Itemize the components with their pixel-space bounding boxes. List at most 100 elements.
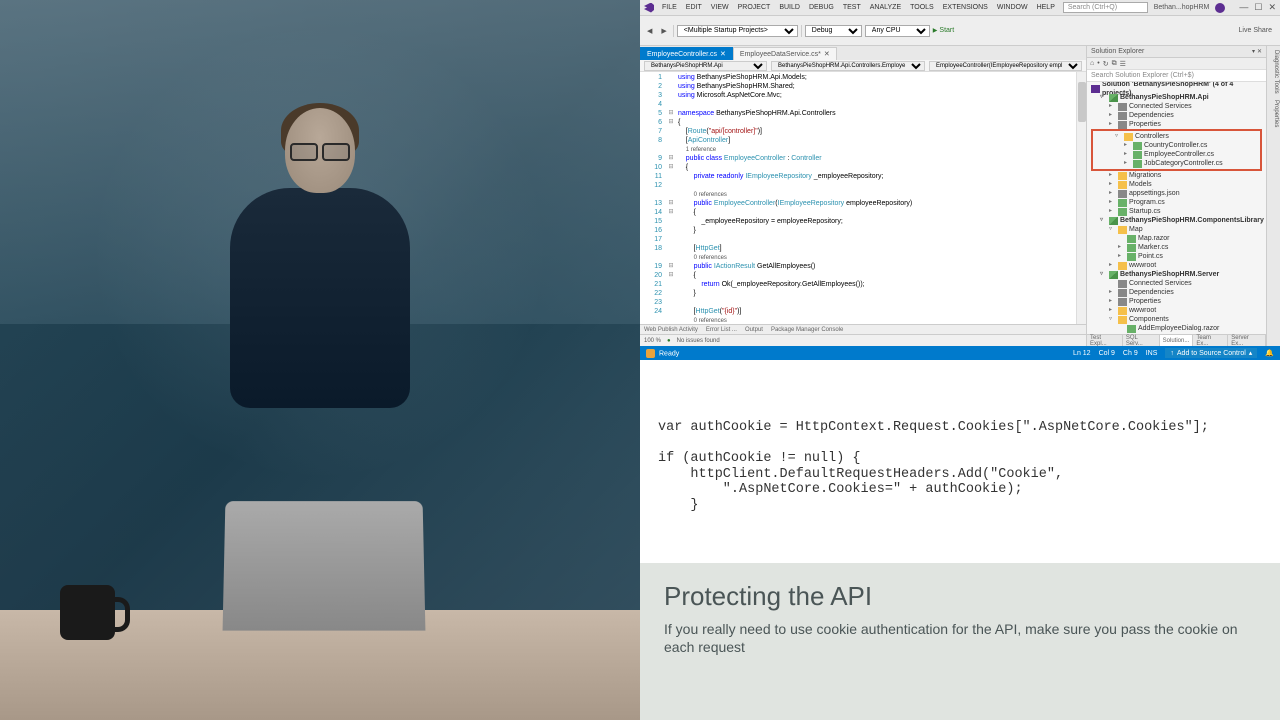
tree-node[interactable]: ▸Models [1087,180,1266,189]
tab-close-icon[interactable]: ✕ [720,50,726,58]
nav-namespace[interactable]: BethanysPieShopHRM.Api.Controllers.Emplo… [771,61,925,71]
menu-tools[interactable]: TOOLS [906,4,938,11]
vs-titlebar: FILEEDITVIEWPROJECTBUILDDEBUGTESTANALYZE… [640,0,1280,16]
slide-footer: Protecting the API If you really need to… [640,563,1280,720]
minimize-icon[interactable]: — [1239,2,1248,13]
menu-build[interactable]: BUILD [775,4,804,11]
vs-menubar[interactable]: FILEEDITVIEWPROJECTBUILDDEBUGTESTANALYZE… [658,4,1059,11]
tree-node[interactable]: Map.razor [1087,234,1266,243]
nav-fwd-icon[interactable]: ▶ [658,26,669,36]
config-select[interactable]: Debug [805,25,862,37]
vs-toolbar[interactable]: ◀ ▶ <Multiple Startup Projects> Debug An… [640,16,1280,46]
solution-tree[interactable]: Solution 'BethanysPieShopHRM' (4 of 4 pr… [1087,82,1266,334]
solution-explorer-header: Solution Explorer ▾✕ [1087,46,1266,58]
vs-project-name: Bethan...hopHRM [1154,4,1210,11]
tree-node[interactable]: ▸wwwroot [1087,261,1266,270]
nav-back-icon[interactable]: ◀ [644,26,655,36]
editor-tab[interactable]: EmployeeDataService.cs*✕ [733,47,837,60]
vs-search-input[interactable]: Search (Ctrl+Q) [1063,2,1148,13]
tree-node[interactable]: ▸Program.cs [1087,198,1266,207]
pin-icon[interactable]: ▾ [1252,48,1255,55]
vs-statusbar: Ready Ln 12 Col 9 Ch 9 INS ↑ Add to Sour… [640,346,1280,360]
menu-file[interactable]: FILE [658,4,681,11]
bottom-panel-tabs[interactable]: Web Publish ActivityError List ...Output… [640,324,1086,334]
sol-bottom-tab[interactable]: Team Ex... [1193,335,1228,346]
home-icon[interactable]: ⌂ [1090,60,1094,67]
highlighted-controllers: ▿Controllers▸CountryController.cs▸Employ… [1091,129,1262,171]
zoom-level[interactable]: 100 % [644,338,661,344]
editor-tabs[interactable]: EmployeeController.cs✕EmployeeDataServic… [640,46,1086,60]
nav-project[interactable]: BethanysPieShopHRM.Api [644,61,767,71]
tree-node[interactable]: ▿BethanysPieShopHRM.ComponentsLibrary [1087,216,1266,225]
tree-node[interactable]: ▸appsettings.json [1087,189,1266,198]
sol-bottom-tab[interactable]: SQL Serv... [1123,335,1160,346]
menu-analyze[interactable]: ANALYZE [866,4,905,11]
tree-node[interactable]: ▿BethanysPieShopHRM.Server [1087,270,1266,279]
solution-node[interactable]: Solution 'BethanysPieShopHRM' (4 of 4 pr… [1087,84,1266,93]
maximize-icon[interactable]: ☐ [1254,2,1262,13]
startup-projects-select[interactable]: <Multiple Startup Projects> [677,25,798,37]
status-ready: Ready [646,349,679,358]
side-tab[interactable]: Properties [1268,100,1279,127]
tree-node[interactable]: ▿Components [1087,315,1266,324]
menu-help[interactable]: HELP [1033,4,1059,11]
tab-close-icon[interactable]: ✕ [824,50,830,58]
editor-statusbar: 100 % ●No issues found [640,334,1086,346]
menu-test[interactable]: TEST [839,4,865,11]
refresh-icon[interactable]: ↻ [1103,60,1109,68]
tree-node[interactable]: AddEmployeeDialog.razor [1087,324,1266,333]
tree-node[interactable]: ▸wwwroot [1087,306,1266,315]
slide-title: Protecting the API [664,581,1256,612]
tree-node[interactable]: ▸EmployeeController.cs [1093,150,1260,159]
editor-tab[interactable]: EmployeeController.cs✕ [640,47,733,60]
source-control-button[interactable]: ↑ Add to Source Control ▴ [1165,348,1257,358]
notifications-icon[interactable]: 🔔 [1265,349,1274,357]
tree-node[interactable]: ▸Dependencies [1087,288,1266,297]
sol-bottom-tab[interactable]: Solution... [1160,335,1194,346]
menu-window[interactable]: WINDOW [993,4,1032,11]
tree-node[interactable]: ▸JobCategoryController.cs [1093,159,1260,168]
liveshare-button[interactable]: Live Share [1235,26,1276,35]
menu-extensions[interactable]: EXTENSIONS [939,4,992,11]
bottom-tab[interactable]: Output [741,325,767,334]
bottom-tab[interactable]: Error List ... [702,325,741,334]
tree-node[interactable]: Connected Services [1087,279,1266,288]
slide-lower: var authCookie = HttpContext.Request.Coo… [640,360,1280,720]
solution-explorer-toolbar[interactable]: ⌂•↻⧉☰ [1087,58,1266,70]
bottom-tab[interactable]: Package Manager Console [767,325,847,334]
tree-node[interactable]: ▸Properties [1087,297,1266,306]
panel-close-icon[interactable]: ✕ [1257,48,1262,55]
nav-member[interactable]: EmployeeController(IEmployeeRepository e… [929,61,1082,71]
menu-project[interactable]: PROJECT [734,4,775,11]
bottom-tab[interactable]: Web Publish Activity [640,325,702,334]
solution-bottom-tabs[interactable]: Test Expl...SQL Serv...Solution...Team E… [1087,334,1266,346]
start-button[interactable]: Start [933,27,954,34]
status-line: Ln 12 [1073,350,1091,357]
code-navbar[interactable]: BethanysPieShopHRM.Api BethanysPieShopHR… [640,60,1086,72]
platform-select[interactable]: Any CPU [865,25,930,37]
tree-node[interactable]: ▸Marker.cs [1087,243,1266,252]
tree-node[interactable]: ▸CountryController.cs [1093,141,1260,150]
sol-bottom-tab[interactable]: Server Ex... [1228,335,1266,346]
tree-node[interactable]: ▿Controllers [1093,132,1260,141]
side-tab[interactable]: Diagnostic Tools [1268,50,1279,94]
vs-side-tabs[interactable]: Diagnostic Tools Properties [1266,46,1280,346]
close-icon[interactable]: ✕ [1268,2,1276,13]
solution-explorer[interactable]: Solution Explorer ▾✕ ⌂•↻⧉☰ Search Soluti… [1086,46,1266,346]
tree-node[interactable]: ▿Map [1087,225,1266,234]
menu-edit[interactable]: EDIT [682,4,706,11]
menu-view[interactable]: VIEW [707,4,733,11]
tree-node[interactable]: ▸Connected Services [1087,102,1266,111]
vs-logo-icon [644,3,654,13]
tree-node[interactable]: ▸Startup.cs [1087,207,1266,216]
tree-node[interactable]: ▸Dependencies [1087,111,1266,120]
vertical-scrollbar[interactable] [1076,72,1086,324]
tree-node[interactable]: ▸Point.cs [1087,252,1266,261]
sol-bottom-tab[interactable]: Test Expl... [1087,335,1123,346]
solution-search-input[interactable]: Search Solution Explorer (Ctrl+$) [1087,70,1266,82]
user-avatar-icon[interactable] [1215,3,1225,13]
code-editor[interactable]: 1234567891011121314151617181920212223242… [640,72,1086,324]
tree-node[interactable]: ▸Properties [1087,120,1266,129]
tree-node[interactable]: ▸Migrations [1087,171,1266,180]
menu-debug[interactable]: DEBUG [805,4,838,11]
